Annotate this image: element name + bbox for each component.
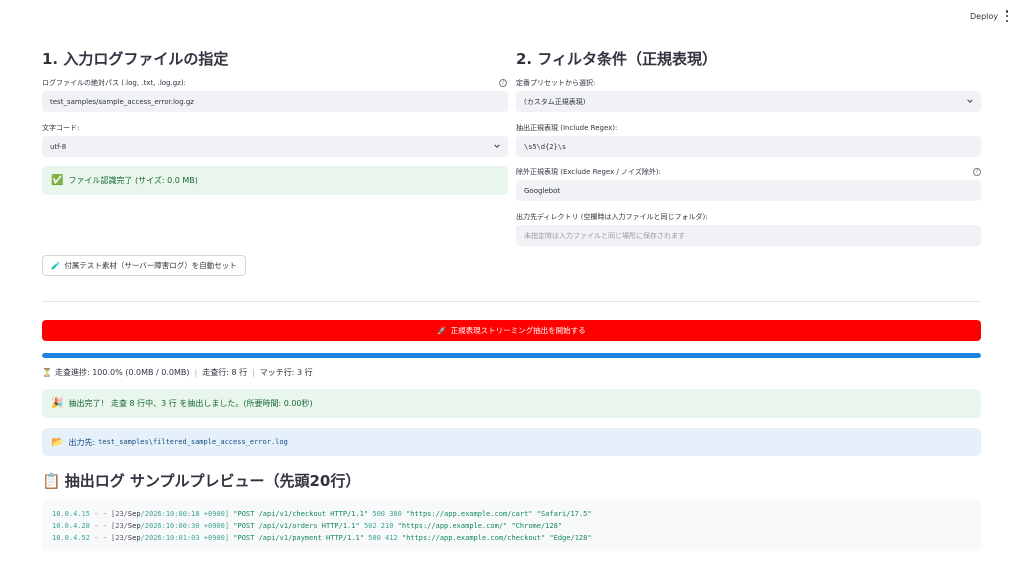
matched-lines-text: マッチ行: 3 行: [259, 368, 313, 377]
section-divider: [42, 301, 981, 302]
check-icon: ✅: [51, 175, 64, 186]
input-section-title: 1. 入力ログファイルの指定: [42, 50, 229, 68]
test-tube-icon: 🧪: [51, 261, 61, 270]
log-date-open: [23/: [111, 534, 128, 542]
filter-section-title: 2. フィルタ条件（正規表現）: [516, 50, 718, 68]
log-ident: - -: [94, 510, 107, 518]
output-path-value: test_samples\filtered_sample_access_erro…: [98, 438, 288, 446]
log-user-agent: "Edge/128": [549, 534, 592, 542]
main-menu-icon[interactable]: [1002, 10, 1012, 22]
folder-icon: 📂: [51, 436, 64, 448]
log-ip: 10.0.4.15: [52, 510, 90, 518]
log-date-close: /2026:10:01:03 +0900]: [140, 534, 230, 542]
stats-separator: |: [252, 368, 255, 377]
log-user-agent: "Safari/17.5": [536, 510, 592, 518]
log-path-input[interactable]: test_samples/sample_access_error.log.gz: [42, 91, 508, 112]
help-icon[interactable]: ?: [499, 79, 507, 87]
top-bar: Deploy: [0, 0, 1024, 32]
encoding-select[interactable]: utf-8: [42, 136, 508, 157]
party-popper-icon: 🎉: [51, 398, 64, 409]
log-request: "POST /api/v1/payment HTTP/1.1": [233, 534, 364, 542]
set-sample-button[interactable]: 🧪 付属テスト素材（サーバー障害ログ）を自動セット: [42, 255, 246, 276]
output-dir-label: 出力先ディレクトリ (空欄時は入力ファイルと同じフォルダ):: [516, 213, 708, 221]
log-month: Sep: [127, 510, 141, 518]
log-user-agent: "Chrome/128": [511, 522, 563, 530]
encoding-label: 文字コード:: [42, 124, 80, 132]
start-extraction-label: 正規表現ストリーミング抽出を開始する: [450, 326, 586, 335]
preview-title: 📋 抽出ログ サンプルプレビュー（先頭20行）: [42, 470, 360, 491]
log-ident: - -: [94, 522, 107, 530]
log-date-close: /2026:10:00:18 +0900]: [140, 510, 230, 518]
deploy-button[interactable]: Deploy: [964, 10, 1004, 23]
log-ident: - -: [94, 534, 107, 542]
file-recognized-alert: ✅ ファイル認識完了 (サイズ: 0.0 MB): [42, 166, 508, 195]
log-request: "POST /api/v1/checkout HTTP/1.1": [233, 510, 369, 518]
encoding-value: utf-8: [50, 142, 67, 151]
exclude-regex-label: 除外正規表現 (Exclude Regex / ノイズ除外):: [516, 168, 661, 176]
exclude-regex-input[interactable]: Googlebot: [516, 180, 981, 201]
log-preview-code: 10.0.4.15 - - [23/Sep/2026:10:00:18 +090…: [42, 499, 981, 551]
preview-title-text: 抽出ログ サンプルプレビュー（先頭20行）: [64, 472, 361, 490]
log-status-size: 502 210: [363, 522, 394, 530]
log-referer: "https://app.example.com/checkout": [401, 534, 546, 542]
extraction-complete-alert: 🎉 抽出完了！ 走査 8 行中、3 行 を抽出しました。(所要時間: 0.00秒…: [42, 389, 981, 418]
log-ip: 10.0.4.28: [52, 522, 90, 530]
log-line: 10.0.4.28 - - [23/Sep/2026:10:00:30 +090…: [52, 520, 971, 532]
scanned-lines-text: 走査行: 8 行: [202, 368, 248, 377]
output-dir-input[interactable]: 未指定時は入力ファイルと同じ場所に保存されます: [516, 225, 981, 246]
log-referer: "https://app.example.com/": [397, 522, 508, 530]
log-status-size: 500 412: [368, 534, 398, 542]
include-regex-input[interactable]: \s5\d{2}\s: [516, 136, 981, 157]
extraction-complete-text: 抽出完了！ 走査 8 行中、3 行 を抽出しました。(所要時間: 0.00秒): [68, 399, 313, 408]
log-date-open: [23/: [111, 510, 128, 518]
start-extraction-button[interactable]: 🚀 正規表現ストリーミング抽出を開始する: [42, 320, 981, 341]
set-sample-label: 付属テスト素材（サーバー障害ログ）を自動セット: [64, 261, 237, 270]
hourglass-icon: ⏳: [42, 368, 52, 377]
help-icon[interactable]: ?: [973, 168, 981, 176]
progress-fill: [42, 353, 981, 358]
log-date-close: /2026:10:00:30 +0900]: [140, 522, 230, 530]
log-request: "POST /api/v1/orders HTTP/1.1": [233, 522, 360, 530]
log-line: 10.0.4.15 - - [23/Sep/2026:10:00:18 +090…: [52, 508, 971, 520]
include-regex-label: 抽出正規表現 (Include Regex):: [516, 124, 618, 132]
chevron-down-icon: [967, 99, 973, 103]
log-status-size: 500 380: [372, 510, 402, 518]
file-recognized-text: ファイル認識完了 (サイズ: 0.0 MB): [68, 176, 198, 185]
output-path-alert: 📂 出力先: test_samples\filtered_sample_acce…: [42, 428, 981, 456]
output-path-label: 出力先:: [68, 437, 96, 447]
log-ip: 10.0.4.52: [52, 534, 90, 542]
scan-stats: ⏳ 走査進捗: 100.0% (0.0MB / 0.0MB) | 走査行: 8 …: [42, 367, 313, 378]
preset-value: (カスタム正規表現): [524, 97, 586, 106]
rocket-icon: 🚀: [437, 326, 447, 335]
log-line: 10.0.4.52 - - [23/Sep/2026:10:01:03 +090…: [52, 532, 971, 544]
progress-bar: [42, 353, 981, 358]
clipboard-icon: 📋: [42, 471, 61, 490]
stats-separator: |: [194, 368, 198, 377]
chevron-down-icon: [494, 144, 500, 148]
log-month: Sep: [127, 522, 141, 530]
log-path-label: ログファイルの絶対パス (.log, .txt, .log.gz):: [42, 79, 186, 87]
preset-select[interactable]: (カスタム正規表現): [516, 91, 981, 112]
log-month: Sep: [127, 534, 141, 542]
preset-label: 定番プリセットから選択:: [516, 79, 596, 87]
log-referer: "https://app.example.com/cart": [406, 510, 533, 518]
scan-progress-text: 走査進捗: 100.0% (0.0MB / 0.0MB): [54, 368, 190, 377]
log-date-open: [23/: [111, 522, 128, 530]
